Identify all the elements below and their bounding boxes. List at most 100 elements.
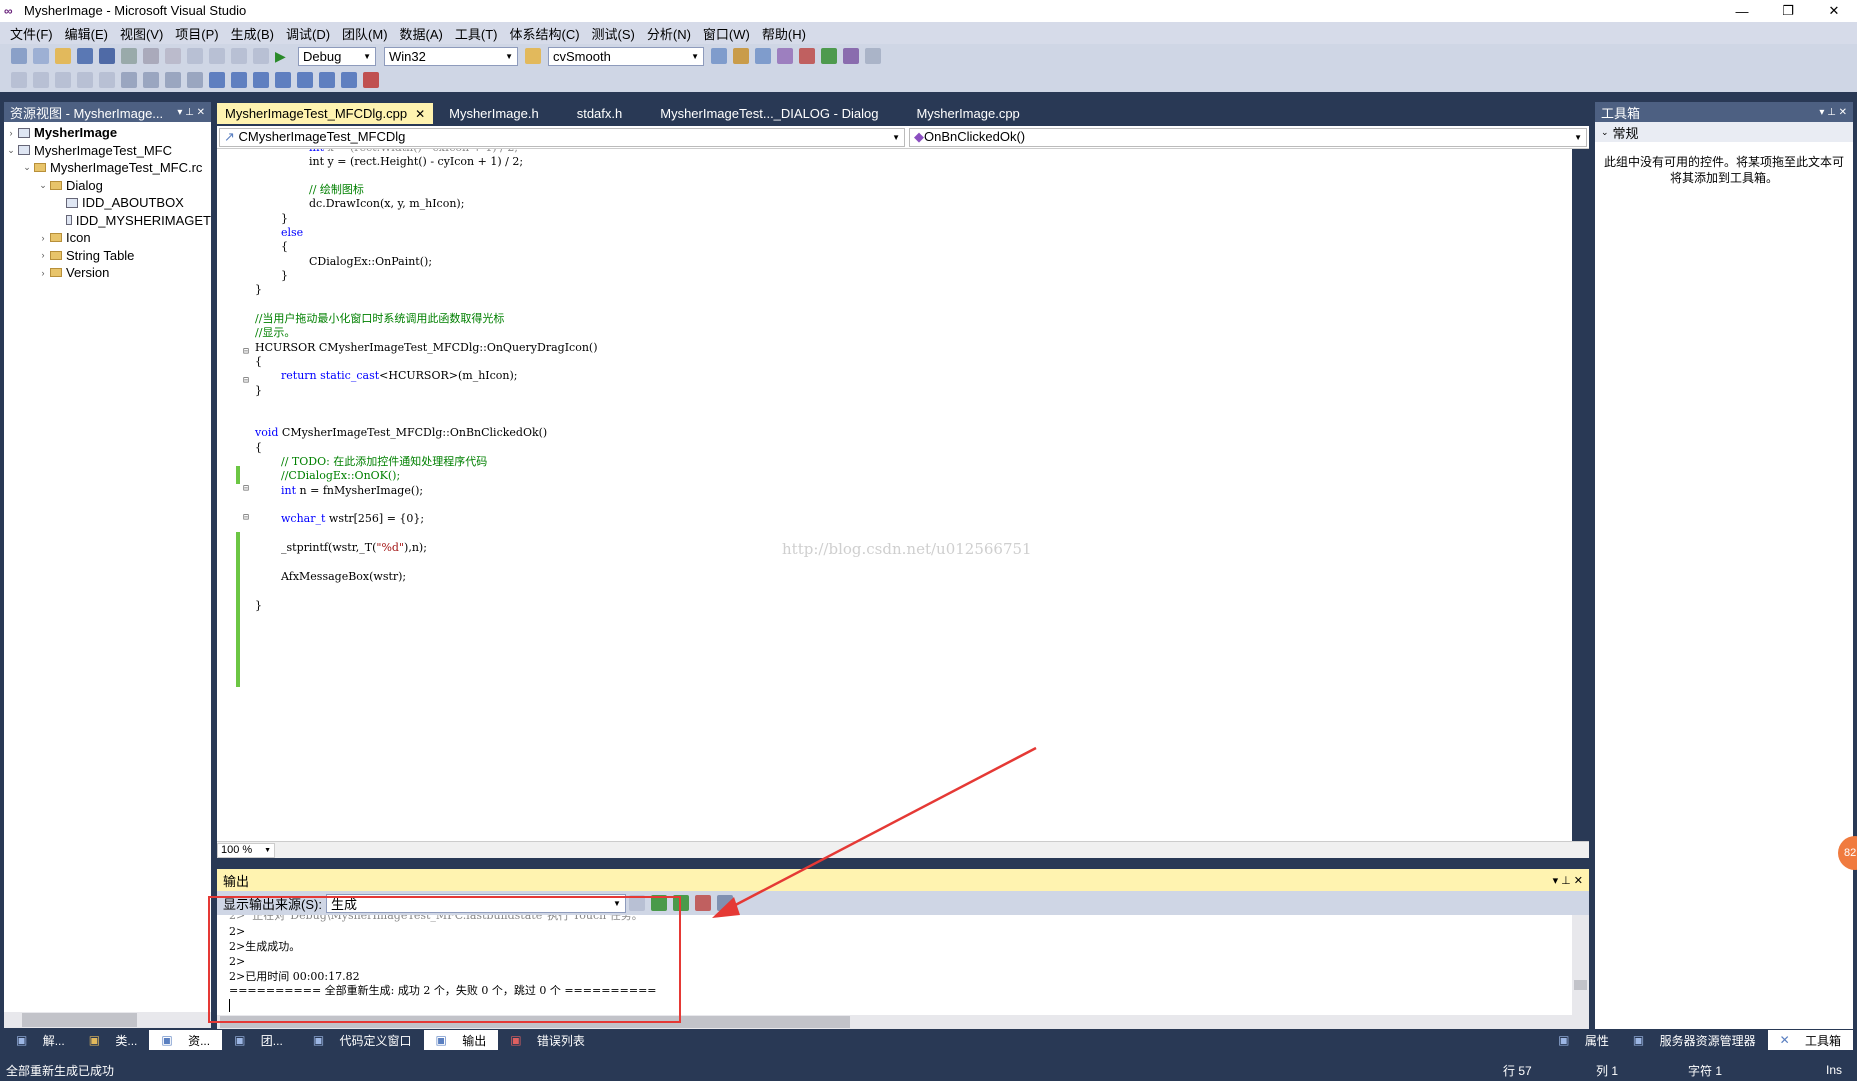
outdent-icon[interactable] [143, 72, 159, 88]
tab-dialog[interactable]: MysherImageTest..._DIALOG - Dialog [652, 103, 886, 124]
tree-item[interactable]: › MysherImage [4, 124, 211, 142]
add-item-icon[interactable] [33, 48, 49, 64]
properties-icon[interactable] [733, 48, 749, 64]
tab-server-explorer[interactable]: ▣ 服务器资源管理器 [1621, 1030, 1768, 1050]
toolbox-group[interactable]: ⌄ 常规 [1595, 122, 1853, 142]
collapse-icon[interactable]: ⌄ [20, 162, 34, 173]
prev-bookmark-doc-icon[interactable] [319, 72, 335, 88]
start-debugging-icon[interactable]: ▶ [275, 48, 291, 64]
toolbar-item-icon[interactable] [77, 72, 93, 88]
tree-item[interactable]: ⌄ MysherImageTest_MFC [4, 142, 211, 160]
output-vertical-scrollbar[interactable] [1572, 915, 1589, 1015]
cut-icon[interactable] [121, 48, 137, 64]
collapse-icon[interactable]: ⌄ [36, 180, 50, 191]
close-button[interactable]: ✕ [1811, 0, 1857, 22]
menu-project[interactable]: 项目(P) [169, 24, 224, 43]
collapse-icon[interactable]: ⌄ [4, 145, 18, 156]
code-editor[interactable]: ⊟ ⊟ ⊟ ⊟ int x = (rect.Width() - cxIcon +… [217, 149, 1572, 841]
expand-icon[interactable]: › [36, 233, 50, 243]
prev-bookmark-icon[interactable] [231, 72, 247, 88]
menu-edit[interactable]: 编辑(E) [59, 24, 114, 43]
tab-class-view[interactable]: ▣ 类... [77, 1030, 150, 1050]
start-page-icon[interactable] [843, 48, 859, 64]
solution-explorer-icon[interactable] [711, 48, 727, 64]
tab-output[interactable]: ▣ 输出 [423, 1030, 499, 1050]
bookmark-icon[interactable] [209, 72, 225, 88]
menu-architecture[interactable]: 体系结构(C) [503, 24, 585, 43]
comment-icon[interactable] [165, 72, 181, 88]
toolbar-item-icon[interactable] [99, 72, 115, 88]
tab-mfcdlg-cpp[interactable]: MysherImageTest_MFCDlg.cpp ✕ [217, 103, 434, 124]
object-browser-icon[interactable] [755, 48, 771, 64]
tab-toolbox[interactable]: ✕ 工具箱 [1767, 1030, 1853, 1050]
tree-horizontal-scrollbar[interactable] [4, 1012, 211, 1028]
collapse-block-icon[interactable]: ⊟ [243, 375, 249, 386]
menu-file[interactable]: 文件(F) [4, 24, 59, 43]
collapse-icon[interactable]: ⌄ [1601, 127, 1609, 138]
tab-mysherimage-cpp[interactable]: MysherImage.cpp [908, 103, 1027, 124]
open-file-icon[interactable] [55, 48, 71, 64]
panel-options-icon[interactable]: ▾ ⊥ ✕ [177, 107, 205, 118]
find-combo[interactable]: cvSmooth ▼ [548, 46, 704, 66]
panel-options-icon[interactable]: ▾ ⊥ ✕ [1819, 107, 1847, 118]
command-window-icon[interactable] [865, 48, 881, 64]
menu-debug[interactable]: 调试(D) [280, 24, 336, 43]
uncomment-icon[interactable] [187, 72, 203, 88]
next-bookmark-folder-icon[interactable] [297, 72, 313, 88]
navigate-forward-icon[interactable] [253, 48, 269, 64]
menu-data[interactable]: 数据(A) [394, 24, 449, 43]
collapse-block-icon[interactable]: ⊟ [243, 346, 249, 357]
next-bookmark-icon[interactable] [253, 72, 269, 88]
toolbar-item-icon[interactable] [55, 72, 71, 88]
toolbox-icon[interactable] [777, 48, 793, 64]
configuration-select[interactable]: Debug ▼ [298, 46, 376, 66]
menu-help[interactable]: 帮助(H) [756, 24, 812, 43]
method-select[interactable]: ◆OnBnClickedOk() ▼ [909, 127, 1587, 147]
indent-icon[interactable] [121, 72, 137, 88]
minimize-button[interactable]: — [1719, 0, 1765, 22]
tree-item[interactable]: › String Table [4, 247, 211, 265]
tree-item[interactable]: ⌄ Dialog [4, 177, 211, 195]
toolbar-item-icon[interactable] [11, 72, 27, 88]
panel-options-icon[interactable]: ▾ ⊥ ✕ [1553, 874, 1583, 887]
platform-select[interactable]: Win32 ▼ [384, 46, 518, 66]
tab-code-definition[interactable]: ▣ 代码定义窗口 [301, 1030, 424, 1050]
extension-manager-icon[interactable] [821, 48, 837, 64]
tab-stdafx-h[interactable]: stdafx.h [569, 103, 631, 124]
tab-resource-view[interactable]: ▣ 资... [149, 1030, 223, 1050]
tab-solution-explorer[interactable]: ▣ 解... [4, 1030, 77, 1050]
tree-item[interactable]: › Version [4, 264, 211, 282]
prev-bookmark-folder-icon[interactable] [275, 72, 291, 88]
tools-icon[interactable] [799, 48, 815, 64]
menu-team[interactable]: 团队(M) [336, 24, 394, 43]
collapse-block-icon[interactable]: ⊟ [243, 512, 249, 523]
navigate-back-icon[interactable] [231, 48, 247, 64]
menu-window[interactable]: 窗口(W) [697, 24, 756, 43]
tab-mysherimage-h[interactable]: MysherImage.h [441, 103, 547, 124]
expand-icon[interactable]: › [4, 128, 18, 138]
expand-icon[interactable]: › [36, 250, 50, 260]
new-project-icon[interactable] [11, 48, 27, 64]
tab-error-list[interactable]: ▣ 错误列表 [498, 1030, 597, 1050]
menu-analyze[interactable]: 分析(N) [641, 24, 697, 43]
restore-button[interactable]: ❐ [1765, 0, 1811, 22]
save-all-icon[interactable] [99, 48, 115, 64]
tree-item[interactable]: IDD_MYSHERIMAGET [4, 212, 211, 230]
undo-icon[interactable] [187, 48, 203, 64]
toolbar-item-icon[interactable] [33, 72, 49, 88]
close-tab-icon[interactable]: ✕ [415, 107, 425, 121]
menu-test[interactable]: 测试(S) [586, 24, 641, 43]
tree-item[interactable]: ⌄ MysherImageTest_MFC.rc [4, 159, 211, 177]
menu-build[interactable]: 生成(B) [225, 24, 280, 43]
class-select[interactable]: ↗ CMysherImageTest_MFCDlg ▼ [219, 127, 905, 147]
menu-tools[interactable]: 工具(T) [449, 24, 504, 43]
tree-item[interactable]: › Icon [4, 229, 211, 247]
next-bookmark-doc-icon[interactable] [341, 72, 357, 88]
save-icon[interactable] [77, 48, 93, 64]
expand-icon[interactable]: › [36, 268, 50, 278]
zoom-select[interactable]: 100 % ▼ [217, 842, 275, 858]
tab-team-explorer[interactable]: ▣ 团... [222, 1030, 295, 1050]
collapse-block-icon[interactable]: ⊟ [243, 483, 249, 494]
menu-view[interactable]: 视图(V) [114, 24, 169, 43]
find-in-files-icon[interactable] [525, 48, 541, 64]
